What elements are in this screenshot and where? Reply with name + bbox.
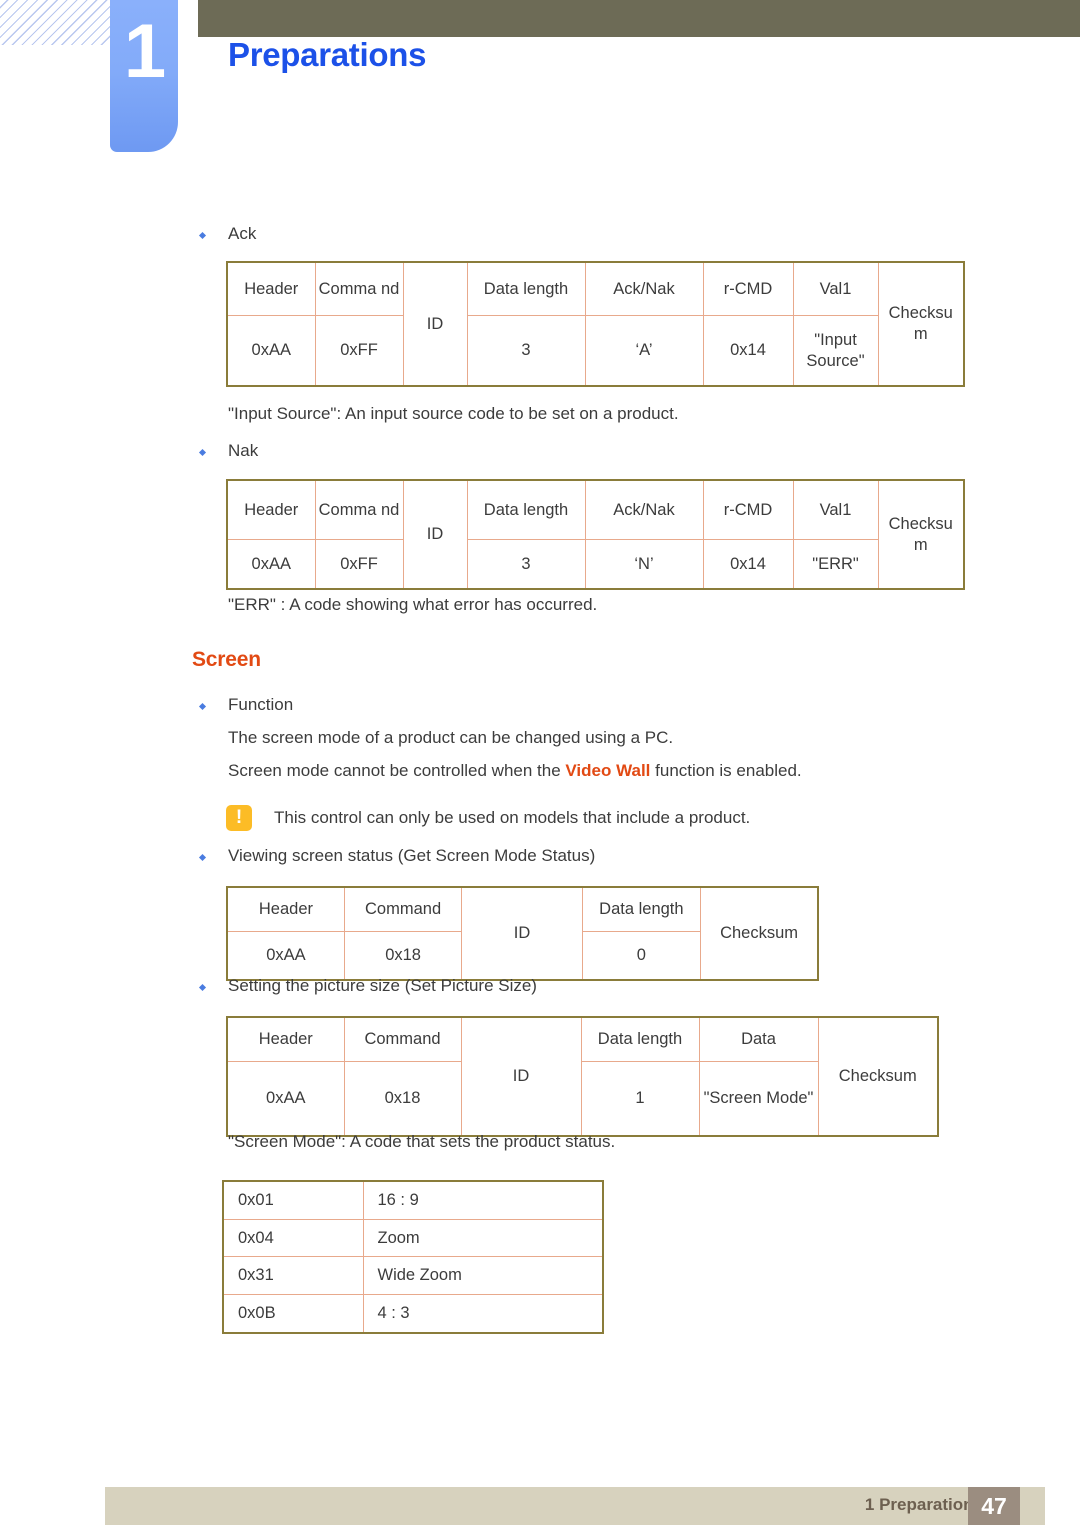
exclamation-glyph: ! (235, 807, 243, 828)
cell-acknak-value: ‘A’ (584, 315, 704, 387)
err-note: "ERR" : A code showing what error has oc… (228, 595, 598, 614)
table-row: 0x0B 4 : 3 (222, 1293, 604, 1334)
cell-checksum-label: Checksum (817, 1016, 939, 1137)
cell-command-value: 0xFF (314, 539, 404, 590)
cell-id-label: ID (402, 261, 468, 387)
cell-header-value: 0xAA (226, 1061, 345, 1137)
table-nak: Header Comma nd ID Data length Ack/Nak r… (226, 479, 965, 590)
list-item-label: Viewing screen status (Get Screen Mode S… (228, 846, 596, 865)
cell-code: 0x31 (222, 1256, 364, 1295)
decorative-hatch-pattern (0, 0, 112, 45)
cell-val1-label: Val1 (792, 261, 879, 316)
table-row: 0x31 Wide Zoom (222, 1256, 604, 1295)
bullet-diamond-icon (198, 983, 207, 992)
text-pre: Screen mode cannot be controlled when th… (228, 761, 566, 780)
cell-rcmd-label: r-CMD (702, 261, 794, 316)
cell-val1-value: "Input Source" (792, 315, 879, 387)
input-source-note: "Input Source": An input source code to … (228, 404, 679, 423)
table-ack: Header Comma nd ID Data length Ack/Nak r… (226, 261, 965, 387)
warning-exclamation-icon: ! (226, 805, 252, 831)
cell-data-label: Data (698, 1016, 819, 1062)
page-title: Preparations (228, 36, 427, 73)
table-row: 0x01 16 : 9 (222, 1180, 604, 1220)
text-post: function is enabled. (650, 761, 802, 780)
cell-checksum-label: Checksum (700, 886, 819, 981)
cell-acknak-label: Ack/Nak (584, 479, 704, 540)
header-olive-bar (198, 0, 1080, 37)
cell-header-label: Header (226, 886, 345, 932)
section-heading-screen: Screen (192, 648, 261, 671)
cell-checksum-label: Checksu m (877, 479, 965, 590)
cell-command-label: Command (343, 886, 463, 932)
cell-datalength-label: Data length (580, 1016, 700, 1062)
cell-header-value: 0xAA (226, 931, 345, 981)
cell-code: 0x04 (222, 1218, 364, 1258)
cell-id-label: ID (460, 1016, 582, 1137)
cell-command-value: 0x18 (343, 931, 463, 981)
bullet-diamond-icon (198, 231, 207, 240)
table-row: Header Command ID Data length Data Check… (226, 1016, 939, 1137)
cell-code: 0x0B (222, 1293, 364, 1334)
cell-id-label: ID (402, 479, 468, 590)
cell-mode-label: Wide Zoom (362, 1256, 604, 1295)
cell-val1-value: "ERR" (792, 539, 879, 590)
table-row: 0xAA 0xFF 3 ‘A’ 0x14 "Input Source" (226, 315, 964, 387)
page-number: 47 (981, 1493, 1007, 1519)
table-row: Header Comma nd ID Data length Ack/Nak r… (226, 479, 965, 590)
cell-rcmd-label: r-CMD (702, 479, 794, 540)
cell-mode-label: 4 : 3 (362, 1293, 604, 1334)
cell-acknak-value: ‘N’ (584, 539, 704, 590)
table-screen-mode-codes: 0x01 16 : 9 0x04 Zoom 0x31 Wide Zoom 0x0… (222, 1180, 604, 1334)
function-description-line2: Screen mode cannot be controlled when th… (228, 761, 802, 781)
cell-mode-label: 16 : 9 (362, 1180, 604, 1220)
cell-command-label: Comma nd (314, 261, 404, 316)
list-item-label: Setting the picture size (Set Picture Si… (228, 976, 537, 995)
list-item-label: Function (228, 695, 294, 714)
caution-note-text: This control can only be used on models … (274, 808, 751, 827)
cell-header-value: 0xAA (226, 539, 316, 590)
cell-code: 0x01 (222, 1180, 364, 1220)
cell-header-label: Header (226, 261, 316, 316)
bullet-diamond-icon (198, 448, 207, 457)
table-set-picture-size: Header Command ID Data length Data Check… (226, 1016, 939, 1137)
chapter-number: 1 (123, 9, 166, 94)
table-row: 0x04 Zoom (222, 1218, 604, 1258)
cell-datalength-label: Data length (466, 261, 586, 316)
cell-checksum-label: Checksu m (877, 261, 965, 387)
cell-datalength-value: 1 (580, 1061, 700, 1137)
cell-datalength-label: Data length (466, 479, 586, 540)
cell-val1-label: Val1 (792, 479, 879, 540)
cell-datalength-label: Data length (581, 886, 702, 932)
list-item-label: Ack (228, 224, 257, 243)
table-row: 0xAA 0xFF 3 ‘N’ 0x14 "ERR" (226, 539, 964, 590)
cell-data-value: "Screen Mode" (698, 1061, 819, 1137)
footer-chapter-label: 1 Preparations (864, 1495, 983, 1514)
bullet-diamond-icon (198, 702, 207, 711)
cell-header-label: Header (226, 1016, 345, 1062)
function-description-line1: The screen mode of a product can be chan… (228, 728, 674, 747)
cell-header-value: 0xAA (226, 315, 316, 387)
table-get-screen-mode: Header Command ID Data length Checksum 0… (226, 886, 819, 981)
table-row: Header Comma nd ID Data length Ack/Nak r… (226, 261, 965, 387)
screen-mode-note: "Screen Mode": A code that sets the prod… (228, 1132, 616, 1151)
video-wall-highlight: Video Wall (565, 761, 651, 780)
cell-command-label: Comma nd (314, 479, 404, 540)
cell-id-label: ID (461, 886, 583, 981)
cell-header-label: Header (226, 479, 316, 540)
list-item-label: Nak (228, 441, 259, 460)
cell-command-value: 0xFF (314, 315, 404, 387)
cell-command-value: 0x18 (343, 1061, 462, 1137)
cell-acknak-label: Ack/Nak (584, 261, 704, 316)
cell-datalength-value: 3 (466, 539, 586, 590)
bullet-diamond-icon (198, 853, 207, 862)
cell-command-label: Command (343, 1016, 462, 1062)
cell-mode-label: Zoom (362, 1218, 604, 1258)
cell-datalength-value: 0 (581, 931, 702, 981)
cell-rcmd-value: 0x14 (702, 539, 794, 590)
table-row: Header Command ID Data length Checksum (226, 886, 819, 981)
cell-rcmd-value: 0x14 (702, 315, 794, 387)
cell-datalength-value: 3 (466, 315, 586, 387)
